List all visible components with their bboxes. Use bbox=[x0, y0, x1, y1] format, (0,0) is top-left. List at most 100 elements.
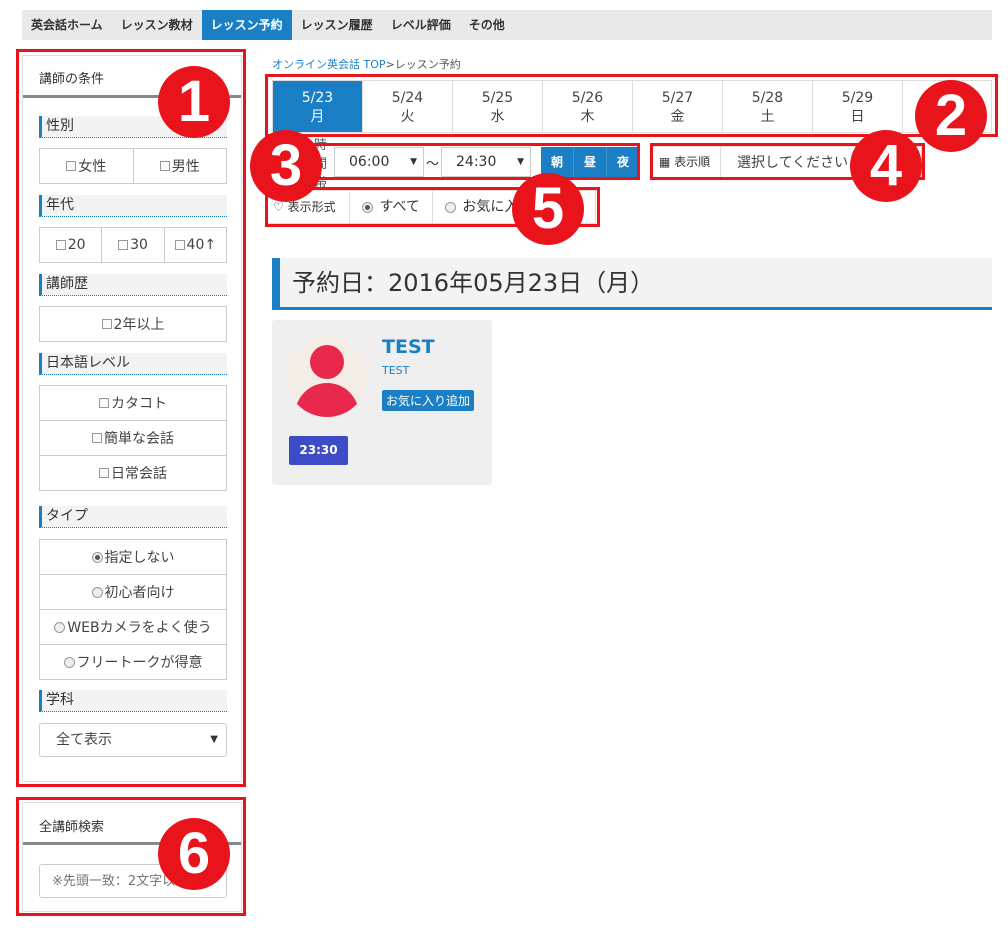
day-tab[interactable]: 5/29 日 bbox=[813, 81, 903, 132]
day-tabs: 5/23 月 5/24 火 5/25 水 5/26 木 5/27 金 5/28 土 5/29… bbox=[272, 80, 992, 133]
avatar[interactable] bbox=[286, 335, 368, 417]
day-tab[interactable]: 5/26 木 bbox=[543, 81, 633, 132]
type-webcam-label: WEBカメラをよく使う bbox=[67, 620, 212, 636]
day-tab[interactable]: 5/24 火 bbox=[363, 81, 453, 132]
age-30-option[interactable]: 30 bbox=[102, 228, 165, 262]
checkbox-icon[interactable] bbox=[159, 161, 170, 171]
sort-order-label-text: 表示順 bbox=[674, 155, 711, 169]
age-40-label: 40↑ bbox=[186, 237, 217, 253]
subject-select[interactable]: 全て表示 ▼ bbox=[39, 723, 227, 757]
day-tab-weekday: 金 bbox=[670, 109, 685, 125]
time-from-select[interactable]: 06:00 ▼ bbox=[334, 147, 424, 177]
day-tab-date: 5/28 bbox=[751, 90, 784, 106]
gender-female-option[interactable]: 女性 bbox=[40, 149, 134, 183]
age-40-option[interactable]: 40↑ bbox=[165, 228, 226, 262]
type-unspecified-option[interactable]: 指定しない bbox=[40, 540, 226, 575]
age-20-option[interactable]: 20 bbox=[40, 228, 103, 262]
type-freetalk-label: フリートークが得意 bbox=[76, 655, 203, 671]
day-tab-date: 5/29 bbox=[841, 90, 874, 106]
subject-heading: 学科 bbox=[39, 690, 227, 712]
avatar-body-shape bbox=[295, 383, 359, 417]
noon-button[interactable]: 昼 bbox=[574, 147, 608, 177]
gender-male-option[interactable]: 男性 bbox=[134, 149, 227, 183]
checkbox-icon[interactable] bbox=[174, 240, 185, 250]
teacher-name[interactable]: TEST bbox=[382, 336, 435, 358]
time-filter: 時間帯 06:00▼ 〜 24:30▼ 朝 昼 夜 bbox=[272, 138, 641, 191]
gender-male-label: 男性 bbox=[171, 159, 200, 175]
chevron-down-icon: ▼ bbox=[410, 157, 417, 167]
type-webcam-option[interactable]: WEBカメラをよく使う bbox=[40, 610, 226, 645]
nav-other[interactable]: その他 bbox=[460, 10, 514, 40]
checkbox-icon[interactable] bbox=[92, 433, 102, 443]
period-buttons: 朝 昼 夜 bbox=[541, 147, 641, 177]
checkbox-icon[interactable] bbox=[99, 468, 109, 478]
gender-options: 女性 男性 bbox=[39, 148, 227, 184]
day-tab-weekday: 水 bbox=[490, 109, 505, 125]
type-freetalk-option[interactable]: フリートークが得意 bbox=[40, 645, 226, 679]
view-all-option[interactable]: すべて bbox=[350, 191, 433, 223]
nav-lesson-booking[interactable]: レッスン予約 bbox=[201, 10, 292, 40]
japanese-katakoto-option[interactable]: カタコト bbox=[40, 386, 226, 421]
day-tab-weekday: 火 bbox=[400, 109, 415, 125]
type-beginner-option[interactable]: 初心者向け bbox=[40, 575, 226, 610]
breadcrumb-separator: > bbox=[385, 58, 395, 71]
teacher-conditions-panel: 講師の条件 性別 女性 男性 年代 20 30 40↑ 講師歴 2年以上 日本語… bbox=[22, 55, 242, 782]
type-heading: タイプ bbox=[39, 506, 227, 528]
nav-english-home[interactable]: 英会話ホーム bbox=[22, 10, 112, 40]
time-from-value: 06:00 bbox=[349, 154, 390, 170]
chevron-down-icon: ▼ bbox=[517, 157, 525, 167]
japanese-katakoto-label: カタコト bbox=[111, 396, 167, 412]
nav-lesson-material[interactable]: レッスン教材 bbox=[112, 10, 202, 40]
career-2years-option[interactable]: 2年以上 bbox=[40, 307, 226, 341]
japanese-level-heading: 日本語レベル bbox=[39, 353, 227, 375]
career-heading: 講師歴 bbox=[39, 274, 227, 296]
nav-lesson-history[interactable]: レッスン履歴 bbox=[292, 10, 382, 40]
nav-level-evaluation[interactable]: レベル評価 bbox=[382, 10, 460, 40]
checkbox-icon[interactable] bbox=[66, 161, 77, 171]
annotation-badge-5: 5 bbox=[512, 173, 584, 245]
add-favorite-button[interactable]: お気に入り追加 bbox=[382, 390, 475, 411]
career-2years-label: 2年以上 bbox=[113, 317, 165, 333]
chevron-down-icon: ▼ bbox=[210, 734, 218, 745]
age-30-label: 30 bbox=[130, 237, 148, 253]
radio-icon[interactable] bbox=[54, 621, 66, 633]
teacher-card: TEST TEST お気に入り追加 23:30 bbox=[272, 320, 492, 485]
radio-selected-icon[interactable] bbox=[362, 201, 373, 213]
checkbox-icon[interactable] bbox=[101, 319, 112, 329]
day-tab[interactable]: 5/23 月 bbox=[273, 81, 363, 132]
japanese-daily-option[interactable]: 日常会話 bbox=[40, 456, 226, 490]
checkbox-icon[interactable] bbox=[99, 398, 109, 408]
radio-selected-icon[interactable] bbox=[91, 551, 103, 563]
japanese-daily-label: 日常会話 bbox=[111, 466, 167, 482]
gender-female-label: 女性 bbox=[78, 159, 107, 175]
time-to-value: 24:30 bbox=[456, 154, 497, 170]
radio-icon[interactable] bbox=[444, 201, 456, 213]
day-tab[interactable]: 5/28 土 bbox=[723, 81, 813, 132]
japanese-simple-option[interactable]: 簡単な会話 bbox=[40, 421, 226, 456]
age-heading: 年代 bbox=[39, 195, 227, 217]
day-tab-weekday: 月 bbox=[310, 109, 325, 125]
sort-order-select[interactable]: 選択してください bbox=[721, 152, 848, 172]
avatar-head-shape bbox=[310, 345, 344, 379]
day-tab[interactable]: 5/27 金 bbox=[633, 81, 723, 132]
day-tab-date: 5/23 bbox=[301, 90, 334, 106]
subject-select-value: 全て表示 bbox=[56, 732, 112, 748]
grid-icon: ▦ bbox=[659, 155, 671, 169]
view-all-label: すべて bbox=[379, 199, 420, 215]
checkbox-icon[interactable] bbox=[55, 240, 66, 250]
sort-order-label: ▦ 表示順 bbox=[653, 147, 721, 177]
day-tab-date: 5/26 bbox=[571, 90, 604, 106]
type-beginner-label: 初心者向け bbox=[104, 585, 175, 601]
day-tab-date: 5/27 bbox=[661, 90, 694, 106]
day-tab[interactable]: 5/25 水 bbox=[453, 81, 543, 132]
checkbox-icon[interactable] bbox=[118, 240, 129, 250]
lesson-slot-button[interactable]: 23:30 bbox=[289, 436, 348, 465]
radio-icon[interactable] bbox=[63, 656, 75, 668]
radio-icon[interactable] bbox=[91, 586, 103, 598]
night-button[interactable]: 夜 bbox=[607, 147, 641, 177]
age-20-label: 20 bbox=[67, 237, 86, 253]
top-nav: 英会話ホーム レッスン教材 レッスン予約 レッスン履歴 レベル評価 その他 bbox=[22, 10, 992, 40]
time-to-select[interactable]: 24:30 ▼ bbox=[441, 147, 532, 177]
annotation-badge-4: 4 bbox=[850, 130, 922, 202]
breadcrumb-home-link[interactable]: オンライン英会話 TOP bbox=[272, 58, 386, 71]
